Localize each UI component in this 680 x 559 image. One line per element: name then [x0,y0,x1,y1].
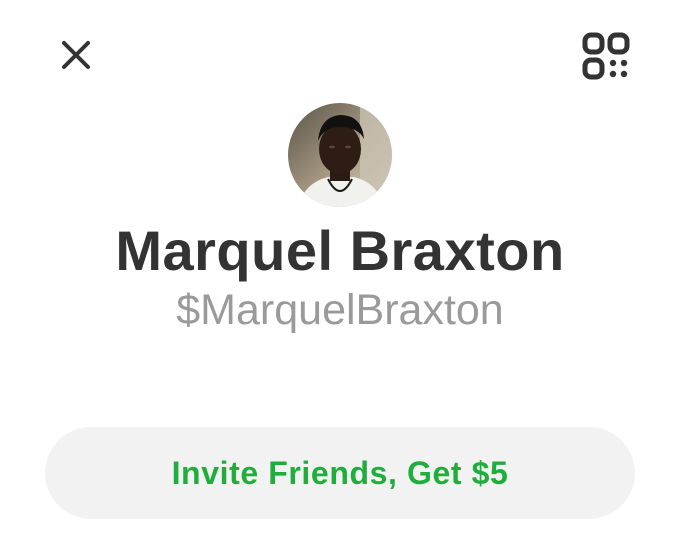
avatar [288,103,392,207]
display-name: Marquel Braxton [115,219,565,282]
invite-friends-label: Invite Friends, Get $5 [171,454,509,491]
qr-code-icon [582,32,630,80]
qr-code-button[interactable] [580,31,632,81]
profile-photo [288,103,392,207]
close-icon [62,41,90,69]
profile-screen: Marquel Braxton $MarquelBraxton Invite F… [0,0,680,559]
close-button[interactable] [54,33,98,77]
invite-friends-button[interactable]: Invite Friends, Get $5 [45,427,635,519]
cashtag: $MarquelBraxton [176,286,504,334]
